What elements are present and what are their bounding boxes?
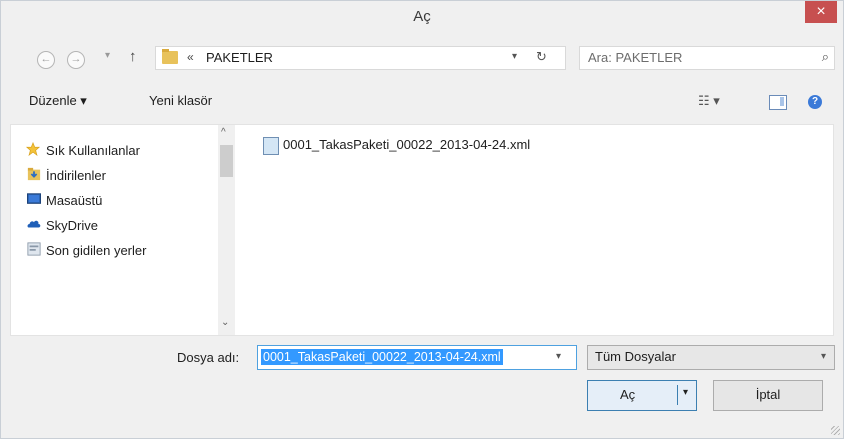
xml-file-icon bbox=[263, 137, 279, 155]
preview-pane-icon[interactable] bbox=[769, 95, 787, 110]
cancel-button-label: İptal bbox=[755, 387, 781, 402]
open-button-label: Aç bbox=[620, 387, 636, 402]
forward-button[interactable]: → bbox=[67, 51, 85, 69]
open-button[interactable]: Aç ▾ bbox=[587, 380, 697, 411]
file-type-value: Tüm Dosyalar bbox=[595, 349, 676, 364]
open-button-separator bbox=[677, 385, 678, 405]
sidebar-item-skydrive[interactable]: SkyDrive bbox=[46, 218, 98, 233]
file-name: 0001_TakasPaketi_00022_2013-04-24.xml bbox=[283, 137, 531, 152]
filename-dropdown-icon[interactable]: ▾ bbox=[556, 351, 561, 362]
filename-value: 0001_TakasPaketi_00022_2013-04-24.xml bbox=[261, 349, 503, 365]
file-list: 0001_TakasPaketi_00022_2013-04-24.xml bbox=[235, 125, 833, 335]
cancel-button[interactable]: İptal bbox=[713, 380, 823, 411]
downloads-icon bbox=[27, 167, 41, 181]
up-folder-button[interactable]: ↑ bbox=[129, 48, 137, 65]
close-button[interactable]: × bbox=[805, 1, 837, 23]
search-placeholder: Ara: PAKETLER bbox=[588, 50, 683, 65]
organize-button[interactable]: Düzenle ▾ bbox=[29, 93, 87, 109]
refresh-icon[interactable]: ↻ bbox=[536, 49, 547, 65]
window-title: Aç bbox=[413, 8, 431, 25]
search-input[interactable]: Ara: PAKETLER ⌕ bbox=[579, 46, 835, 70]
recent-places-icon bbox=[27, 242, 41, 256]
desktop-icon bbox=[27, 193, 41, 204]
scroll-down-icon[interactable]: ⌄ bbox=[221, 317, 229, 328]
navigation-bar: ← → ▾ ↑ « PAKETLER ▾ ↻ Ara: PAKETLER ⌕ bbox=[1, 41, 843, 71]
open-options-dropdown-icon[interactable]: ▾ bbox=[683, 387, 688, 398]
open-file-dialog: Aç × ← → ▾ ↑ « PAKETLER ▾ ↻ Ara: PAKETLE… bbox=[0, 0, 844, 439]
file-type-select[interactable]: Tüm Dosyalar ▾ bbox=[587, 345, 835, 370]
sidebar-item-recent-places[interactable]: Son gidilen yerler bbox=[46, 243, 146, 258]
resize-grip-icon[interactable] bbox=[831, 426, 840, 435]
sidebar-item-favorites[interactable]: Sık Kullanılanlar bbox=[46, 143, 140, 158]
filename-input[interactable]: 0001_TakasPaketi_00022_2013-04-24.xml ▾ bbox=[257, 345, 577, 370]
browser-area: Sık Kullanılanlar İndirilenler Masaüstü … bbox=[10, 124, 834, 336]
sidebar-item-downloads[interactable]: İndirilenler bbox=[46, 168, 106, 183]
navigation-pane-scrollbar[interactable]: ^ ⌄ bbox=[218, 125, 235, 335]
scroll-thumb[interactable] bbox=[220, 145, 233, 177]
sidebar-item-desktop[interactable]: Masaüstü bbox=[46, 193, 102, 208]
skydrive-icon bbox=[27, 220, 41, 228]
address-bar[interactable]: « PAKETLER ▾ ↻ bbox=[155, 46, 566, 70]
address-dropdown-icon[interactable]: ▾ bbox=[512, 51, 517, 62]
navigation-pane: Sık Kullanılanlar İndirilenler Masaüstü … bbox=[11, 125, 235, 335]
breadcrumb-overflow-icon[interactable]: « bbox=[187, 50, 194, 64]
change-view-icon[interactable]: ☷ ▾ bbox=[698, 93, 720, 109]
star-icon bbox=[25, 142, 41, 156]
scroll-up-icon[interactable]: ^ bbox=[221, 127, 226, 138]
breadcrumb-paketler[interactable]: PAKETLER bbox=[206, 50, 273, 65]
file-type-dropdown-icon[interactable]: ▾ bbox=[821, 351, 826, 362]
back-button[interactable]: ← bbox=[37, 51, 55, 69]
recent-locations-icon[interactable]: ▾ bbox=[105, 50, 110, 61]
filename-label: Dosya adı: bbox=[177, 350, 240, 365]
folder-icon bbox=[162, 49, 178, 64]
title-bar: Aç × bbox=[1, 1, 843, 33]
command-bar: Düzenle ▾ Yeni klasör ☷ ▾ ? bbox=[1, 89, 843, 117]
help-icon[interactable]: ? bbox=[808, 95, 822, 109]
new-folder-button[interactable]: Yeni klasör bbox=[149, 93, 212, 108]
search-icon[interactable]: ⌕ bbox=[822, 49, 829, 65]
